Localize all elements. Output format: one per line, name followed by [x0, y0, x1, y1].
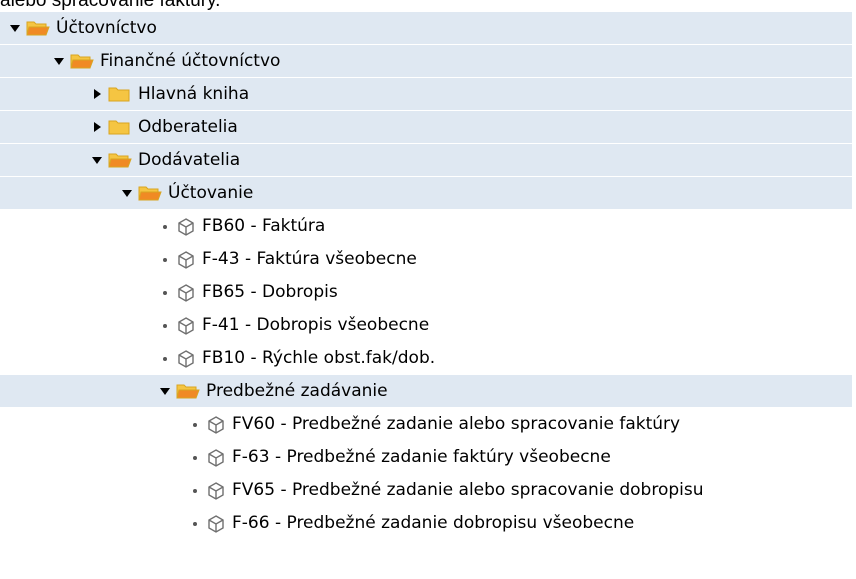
expand-toggle[interactable]	[52, 54, 66, 68]
triangle-right-icon	[93, 89, 101, 99]
tree-node-fb65[interactable]: FB65 - Dobropis	[0, 276, 338, 309]
tree-node-hlavna-kniha[interactable]: Hlavná kniha	[0, 78, 852, 111]
expand-toggle[interactable]	[90, 87, 104, 101]
triangle-down-icon	[160, 387, 170, 395]
bullet	[158, 352, 172, 366]
folder-open-icon	[138, 186, 162, 201]
bullet	[158, 220, 172, 234]
tree-node-label: Hlavná kniha	[138, 83, 250, 104]
tree-node-fb10[interactable]: FB10 - Rýchle obst.fak/dob.	[0, 342, 435, 375]
tree-node-label: Predbežné zadávanie	[206, 380, 388, 401]
folder-icon	[108, 87, 130, 102]
expand-toggle[interactable]	[90, 153, 104, 167]
tree-node-uctovnictvo[interactable]: Účtovníctvo	[0, 12, 852, 45]
tree-node-financne-uctovnictvo[interactable]: Finančné účtovníctvo	[0, 45, 852, 78]
tree-node-uctovanie[interactable]: Účtovanie	[0, 177, 852, 210]
tree-node-label: Účtovníctvo	[56, 17, 157, 38]
expand-toggle[interactable]	[90, 120, 104, 134]
tree-node-label: F-43 - Faktúra všeobecne	[202, 249, 417, 269]
cube-icon	[208, 514, 224, 533]
tree-node-f66[interactable]: F-66 - Predbežné zadanie dobropisu všeob…	[0, 507, 634, 540]
tree-node-fb60[interactable]: FB60 - Faktúra	[0, 210, 325, 243]
folder-open-icon	[26, 21, 50, 36]
cube-icon	[178, 283, 194, 302]
folder-open-icon	[70, 54, 94, 69]
cube-icon	[208, 415, 224, 434]
folder-open-icon	[176, 384, 200, 399]
tree-node-dodavatelia[interactable]: Dodávatelia	[0, 144, 852, 177]
folder-icon	[108, 120, 130, 135]
cube-icon	[178, 349, 194, 368]
tree-node-label: F-66 - Predbežné zadanie dobropisu všeob…	[232, 513, 635, 533]
tree-node-label: F-63 - Predbežné zadanie faktúry všeobec…	[232, 447, 611, 467]
bullet	[158, 286, 172, 300]
cube-icon	[208, 448, 224, 467]
triangle-down-icon	[122, 189, 132, 197]
expand-toggle[interactable]	[158, 384, 172, 398]
tree-node-label: FV60 - Predbežné zadanie alebo spracovan…	[232, 414, 681, 434]
tree-node-label: FB10 - Rýchle obst.fak/dob.	[202, 348, 436, 368]
tree-node-predbezne-zadavanie[interactable]: Predbežné zadávanie	[0, 375, 852, 408]
cube-icon	[178, 250, 194, 269]
tree-node-fv65[interactable]: FV65 - Predbežné zadanie alebo spracovan…	[0, 474, 704, 507]
folder-open-icon	[108, 153, 132, 168]
tree-node-label: FB60 - Faktúra	[202, 216, 326, 236]
triangle-down-icon	[54, 57, 64, 65]
bullet	[188, 418, 202, 432]
tree-node-label: Účtovanie	[168, 182, 254, 203]
tree-node-f63[interactable]: F-63 - Predbežné zadanie faktúry všeobec…	[0, 441, 611, 474]
document-caption: alebo spracovanie faktúry.	[0, 0, 221, 11]
tree-node-label: Dodávatelia	[138, 149, 241, 170]
bullet	[188, 517, 202, 531]
cube-icon	[208, 481, 224, 500]
bullet	[158, 253, 172, 267]
bullet	[188, 484, 202, 498]
tree-node-f43[interactable]: F-43 - Faktúra všeobecne	[0, 243, 417, 276]
triangle-down-icon	[92, 156, 102, 164]
tree-node-label: F-41 - Dobropis všeobecne	[202, 315, 430, 335]
tree-node-label: Odberatelia	[138, 116, 238, 137]
tree-node-odberatelia[interactable]: Odberatelia	[0, 111, 852, 144]
bullet	[188, 451, 202, 465]
tree-node-f41[interactable]: F-41 - Dobropis všeobecne	[0, 309, 429, 342]
bullet	[158, 319, 172, 333]
cube-icon	[178, 316, 194, 335]
tree-node-label: FB65 - Dobropis	[202, 282, 338, 302]
tree-node-label: FV65 - Predbežné zadanie alebo spracovan…	[232, 480, 704, 500]
tree-node-label: Finančné účtovníctvo	[100, 50, 281, 71]
triangle-down-icon	[10, 24, 20, 32]
expand-toggle[interactable]	[8, 21, 22, 35]
expand-toggle[interactable]	[120, 186, 134, 200]
cube-icon	[178, 217, 194, 236]
triangle-right-icon	[93, 122, 101, 132]
tree-node-fv60[interactable]: FV60 - Predbežné zadanie alebo spracovan…	[0, 408, 680, 441]
